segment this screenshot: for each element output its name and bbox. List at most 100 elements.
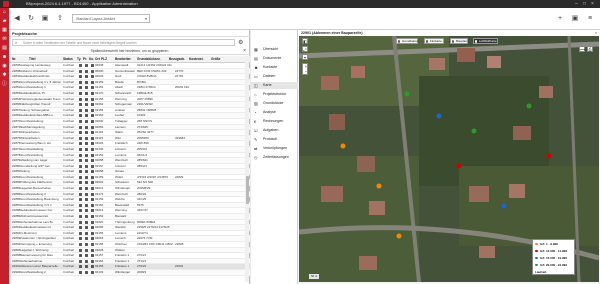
map-icon: ◫ <box>254 83 258 88</box>
column-header[interactable]: Nr. <box>12 56 16 63</box>
column-header[interactable]: Grundstücksnr. <box>137 56 161 63</box>
column-header[interactable]: Pr. <box>83 56 87 63</box>
lock-icon <box>91 119 94 123</box>
nav-item[interactable]: ◷ Zeiterfassungen <box>251 154 298 161</box>
tab-grundkarten[interactable]: Grundkarten <box>396 38 419 44</box>
table-cell: 93133 <box>95 269 104 274</box>
lock-icon <box>85 164 88 168</box>
menu-icon[interactable]: ≡ <box>585 14 595 24</box>
calendar-icon[interactable]: ▦ <box>0 26 9 35</box>
nav-item[interactable]: ◫ Karte <box>251 82 298 89</box>
tab-luftbild[interactable]: Luftbild/Karte <box>473 38 498 44</box>
lock-icon <box>85 237 88 241</box>
lock-icon <box>79 192 82 196</box>
column-header[interactable]: Titel <box>29 56 36 63</box>
parcels-icon: ▨ <box>254 101 258 106</box>
save-icon[interactable]: ▣ <box>40 14 50 24</box>
folder-icon[interactable]: ▰ <box>0 17 9 26</box>
info-icon[interactable]: ⓘ <box>0 80 9 89</box>
group-drop-zone[interactable]: Spaltenüberschrift hier hinziehen, um zu… <box>9 48 250 55</box>
users-icon[interactable]: ☻ <box>0 53 9 62</box>
app-logo-icon <box>3 1 9 7</box>
lock-icon <box>91 114 94 118</box>
lock-icon <box>85 91 88 95</box>
column-header[interactable]: Bearbeiter <box>115 56 131 63</box>
nav-item-label: Dokumente <box>263 56 282 60</box>
measure-icon[interactable]: ⟷ <box>579 46 586 52</box>
nav-item[interactable]: ▭ Dateien <box>251 73 298 80</box>
nav-item[interactable]: ☑ Aufgaben <box>251 127 298 134</box>
lock-icon <box>85 187 88 191</box>
pin-icon[interactable]: ◉ <box>0 62 9 71</box>
refresh-icon[interactable]: ↻ <box>26 14 36 24</box>
column-header[interactable]: Kostenst. <box>189 56 204 63</box>
nav-item[interactable]: ▨ Grundstücke <box>251 100 298 107</box>
panel-title: Projektsuche <box>9 30 250 37</box>
zoom-out-button[interactable]: − <box>303 69 309 74</box>
search-placeholder: Suche in allen Textfeldern der Tabelle u… <box>23 41 137 45</box>
nav-item[interactable]: ⇄ Verknüpfungen <box>251 145 298 152</box>
lock-icon <box>85 192 88 196</box>
lock-icon <box>85 108 88 112</box>
lock-icon <box>91 147 94 151</box>
tab-bauplan[interactable]: Bauplan <box>450 38 468 44</box>
print-icon[interactable]: ⎙ <box>587 46 593 52</box>
column-header[interactable]: Ort <box>95 56 100 63</box>
column-header[interactable]: PLZ <box>101 56 107 63</box>
table-scrollbar[interactable] <box>245 56 249 282</box>
nav-item[interactable]: ✎ Protokoll <box>251 136 298 143</box>
minimize-icon[interactable]: – <box>575 0 578 8</box>
window-title: BNproject-2024.6.4.1977 - BD1400 - Appli… <box>26 1 138 6</box>
mail-icon[interactable]: ✉ <box>0 35 9 44</box>
lock-icon <box>91 181 94 185</box>
add-icon[interactable]: + <box>555 14 565 24</box>
gear-icon[interactable]: ⚙ <box>238 39 243 46</box>
settings-icon[interactable]: ✱ <box>0 71 9 80</box>
layout-select[interactable]: Standard Layout-Ansicht ▾ <box>72 14 150 23</box>
chart-icon[interactable]: ▤ <box>0 44 9 53</box>
nav-item[interactable]: € Rechnungen <box>251 118 298 125</box>
nav-item[interactable]: ◔ Analyse <box>251 109 298 116</box>
nav-item[interactable]: ▤ Dokumente <box>251 55 298 62</box>
layers-icon[interactable]: ◧ <box>302 38 308 44</box>
nav-item[interactable]: ▦ Übersicht <box>251 46 298 53</box>
search-icon: ⌕ <box>15 40 18 45</box>
table-row[interactable]: 22902 Grenzfeststellung 2 In Arbeit 93133 Wi… <box>9 269 250 276</box>
back-icon[interactable]: ◀ <box>12 14 22 24</box>
lock-icon <box>91 209 94 213</box>
lock-icon <box>79 131 82 135</box>
column-header[interactable]: Status <box>63 56 73 63</box>
search-input[interactable]: ⌕ Suche in allen Textfeldern der Tabelle… <box>12 39 235 46</box>
documents-icon: ▤ <box>254 56 258 61</box>
tab-label: Bauplan <box>456 39 468 43</box>
close-icon[interactable]: × <box>243 48 246 55</box>
lock-icon <box>91 259 94 263</box>
locate-icon[interactable]: ⌖ <box>302 54 308 60</box>
fullscreen-icon[interactable]: ⤢ <box>302 46 308 52</box>
lock-icon <box>91 164 94 168</box>
nav-item[interactable]: ⌂ Projektstruktur <box>251 91 298 98</box>
nav-item[interactable]: ☻ Kontakte <box>251 64 298 71</box>
scrollbar-thumb[interactable] <box>245 176 249 204</box>
structure-icon: ⌂ <box>254 92 257 97</box>
export-icon[interactable]: ⇪ <box>55 14 65 24</box>
home-icon[interactable]: ⌂ <box>0 8 9 17</box>
column-header[interactable]: Ko. <box>89 56 94 63</box>
close-window-icon[interactable]: × <box>591 0 594 8</box>
lock-icon <box>79 243 82 246</box>
column-header[interactable]: Bezugsob. <box>169 56 185 63</box>
map-panel-title: 22901 (Ablenmen einer Bauparzelle) <box>301 31 363 35</box>
nav-item-label: Analyse <box>263 110 276 114</box>
column-header[interactable]: Ty. <box>77 56 81 63</box>
column-header[interactable]: Größe <box>211 56 220 63</box>
nav-item-label: Grundstücke <box>263 101 284 105</box>
maximize-icon[interactable]: □ <box>583 0 586 8</box>
lock-icon <box>91 136 94 140</box>
lock-icon <box>79 153 82 157</box>
lock-icon <box>79 231 82 235</box>
aerial-map[interactable]: Grundkarten Flurkarte Bauplan Luftbild/K… <box>299 36 599 282</box>
disk-icon[interactable]: ▣ <box>570 14 580 24</box>
tab-label: Grundkarten <box>402 39 419 43</box>
lock-icon <box>85 131 88 135</box>
tab-flurkarte[interactable]: Flurkarte <box>424 38 444 44</box>
